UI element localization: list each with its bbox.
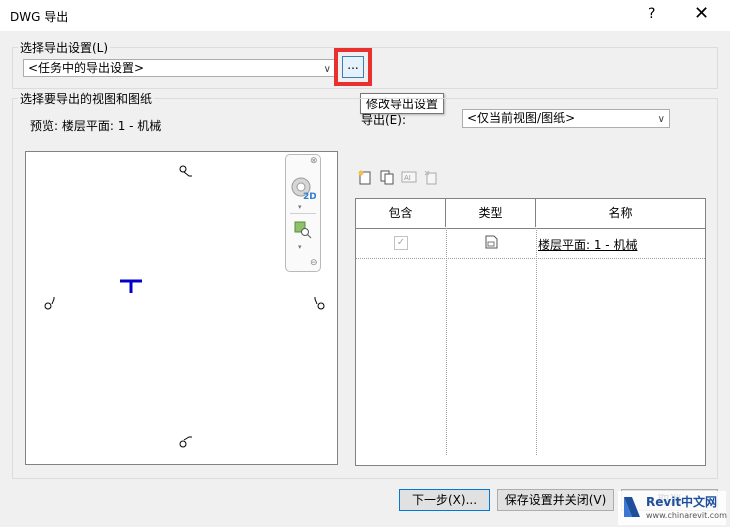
export-settings-label: 选择导出设置(L) [18, 39, 111, 56]
table-row[interactable]: ✓ 楼层平面: 1 - 机械 [356, 229, 705, 257]
equipment-symbol [120, 279, 142, 293]
elevation-marker-right [317, 302, 325, 310]
steering-wheel-2d-icon[interactable]: 2D [290, 175, 317, 203]
nav-bar-options-icon[interactable]: ⊖ [310, 258, 318, 268]
export-settings-dropdown[interactable]: <任务中的导出设置> ∨ [23, 59, 336, 77]
elevation-marker-top [179, 165, 187, 173]
set-toolbar: AI [356, 168, 440, 186]
watermark: Revit中文网 www.chinarevit.com [618, 491, 727, 525]
svg-text:AI: AI [404, 174, 411, 182]
chevron-down-icon[interactable]: ▾ [298, 203, 302, 211]
elevation-marker-bottom-arrow [183, 436, 192, 441]
export-views-dropdown[interactable]: <仅当前视图/图纸> ∨ [462, 109, 670, 128]
modify-export-settings-button[interactable]: ... [342, 56, 364, 78]
navigation-bar: ⊗ 2D ▾ ▾ ⊖ [285, 154, 321, 272]
svg-text:2D: 2D [303, 192, 316, 202]
chevron-down-icon[interactable]: ▾ [298, 243, 302, 251]
preview-canvas[interactable]: ⊗ 2D ▾ ▾ ⊖ [25, 151, 338, 465]
export-label: 导出(E): [361, 113, 406, 127]
duplicate-set-icon[interactable] [378, 168, 396, 186]
column-header-include[interactable]: 包含 [356, 199, 446, 227]
close-button[interactable]: ✕ [694, 3, 709, 24]
save-close-button[interactable]: 保存设置并关闭(V) [497, 489, 614, 511]
row-divider [356, 258, 705, 259]
elevation-marker-left-arrow [51, 297, 55, 305]
nav-divider [290, 213, 316, 214]
include-checkbox[interactable]: ✓ [394, 236, 408, 250]
elevation-marker-top-arrow [183, 171, 192, 177]
preview-label: 预览: 楼层平面: 1 - 机械 [30, 119, 162, 133]
rename-set-icon: AI [400, 168, 418, 186]
watermark-brand: Revit中文网 [646, 495, 718, 509]
sheet-icon [483, 234, 499, 250]
elevation-marker-bottom [179, 440, 187, 448]
chevron-down-icon: ∨ [323, 64, 331, 75]
column-header-name[interactable]: 名称 [536, 199, 705, 227]
next-button[interactable]: 下一步(X)... [399, 489, 490, 511]
watermark-url: www.chinarevit.com [646, 511, 727, 520]
view-name: 楼层平面: 1 - 机械 [538, 238, 638, 252]
views-table: 包含 类型 名称 ✓ 楼层平面: 1 - 机械 [355, 198, 706, 466]
export-settings-value: <任务中的导出设置> [28, 61, 145, 75]
help-button[interactable]: ? [648, 6, 655, 22]
chevron-down-icon: ∨ [657, 114, 665, 125]
title-bar: DWG 导出 ? ✕ [0, 0, 730, 31]
column-header-type[interactable]: 类型 [446, 199, 536, 227]
new-set-icon[interactable] [356, 168, 374, 186]
column-divider [536, 228, 537, 455]
table-header: 包含 类型 名称 [356, 199, 705, 229]
window-title: DWG 导出 [10, 10, 69, 24]
column-divider [446, 228, 447, 455]
elevation-marker-right-arrow [314, 297, 318, 305]
export-views-value: <仅当前视图/图纸> [467, 111, 576, 125]
views-group-label: 选择要导出的视图和图纸 [18, 90, 155, 107]
revit-logo-icon [624, 497, 640, 517]
zoom-region-icon[interactable] [294, 221, 312, 239]
delete-set-icon [422, 168, 440, 186]
nav-bar-close-icon[interactable]: ⊗ [310, 156, 318, 166]
elevation-marker-left [44, 302, 52, 310]
